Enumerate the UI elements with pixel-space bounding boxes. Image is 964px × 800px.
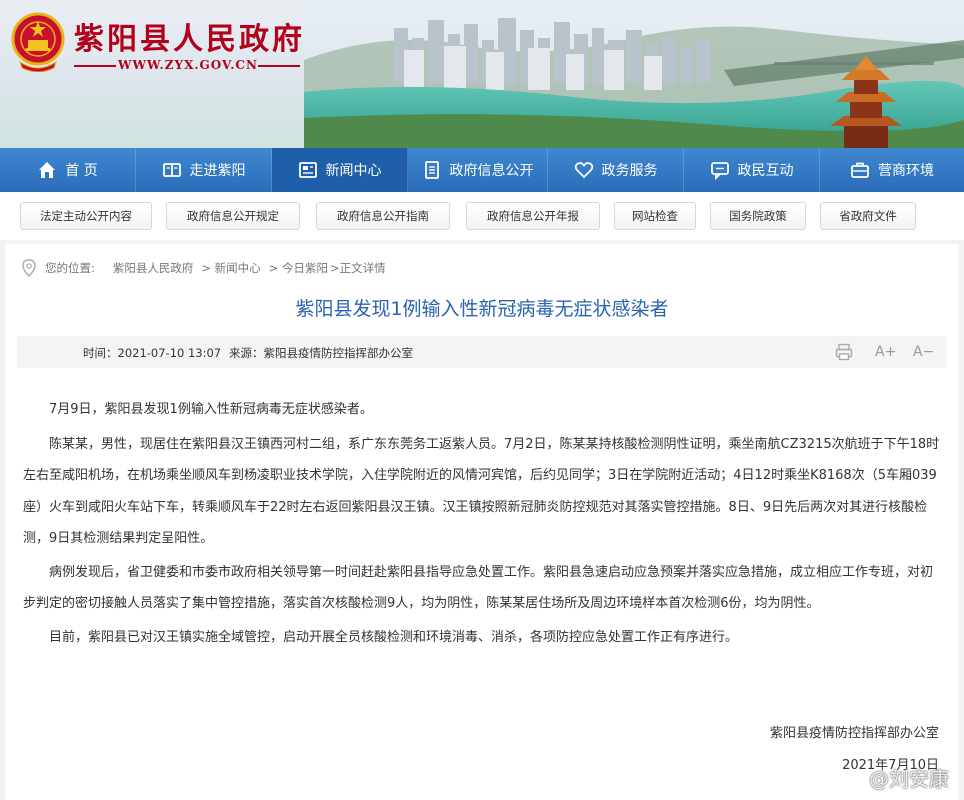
nav-item-label: 首 页: [65, 163, 98, 179]
font-increase-button[interactable]: A+: [875, 342, 896, 362]
breadcrumb: 您的位置: 紫阳县人民政府 > 新闻中心 > 今日紫阳 >正文详情: [21, 258, 390, 278]
breadcrumb-today[interactable]: > 今日紫阳: [269, 260, 328, 276]
font-decrease-button[interactable]: A−: [913, 342, 934, 362]
nav-item-interaction[interactable]: 政民互动: [684, 148, 820, 192]
print-icon: [835, 343, 853, 361]
nav-item-services[interactable]: 政务服务: [548, 148, 684, 192]
nav-item-label: 政务服务: [601, 163, 658, 179]
quick-link-state-council[interactable]: 国务院政策: [710, 202, 806, 230]
quick-link-guide[interactable]: 政府信息公开指南: [316, 202, 450, 230]
article-body: 7月9日，紫阳县发现1例输入性新冠病毒无症状感染者。 陈某某，男性，现居住在紫阳…: [23, 394, 945, 653]
nav-item-about[interactable]: 走进紫阳: [136, 148, 272, 192]
article-paragraph: 目前，紫阳县已对汉王镇实施全域管控，启动开展全员核酸检测和环境消毒、消杀，各项防…: [49, 629, 739, 645]
nav-item-label: 新闻中心: [325, 163, 382, 179]
home-icon: [39, 162, 56, 178]
news-icon: [298, 162, 317, 178]
weibo-watermark: @刘安康: [839, 763, 949, 792]
article-container: 您的位置: 紫阳县人民政府 > 新闻中心 > 今日紫阳 >正文详情 紫阳县发现1…: [5, 244, 959, 800]
nav-item-news[interactable]: 新闻中心: [272, 148, 408, 192]
article-title: 紫阳县发现1例输入性新冠病毒无症状感染者: [295, 298, 669, 320]
article-meta-bar: 时间：2021-07-10 13:07 来源：紫阳县疫情防控指挥部办公室 A+ …: [17, 336, 947, 368]
document-list-icon: [424, 161, 439, 179]
breadcrumb-current: >正文详情: [329, 261, 386, 275]
nav-item-home[interactable]: 首 页: [0, 148, 136, 192]
url-divider-right: [258, 65, 300, 67]
quick-link-site-check[interactable]: 网站检查: [614, 202, 696, 230]
heart-service-icon: [574, 162, 593, 179]
site-url: WWW.ZYX.GOV.CN: [118, 58, 258, 72]
breadcrumb-prefix: 您的位置:: [45, 261, 95, 275]
url-divider-left: [74, 65, 116, 67]
article-paragraph: 病例发现后，省卫健委和市委市政府相关领导第一时间赶赴紫阳县指导应急处置工作。紫阳…: [23, 564, 934, 612]
quick-links-bar: 法定主动公开内容 政府信息公开规定 政府信息公开指南 政府信息公开年报 网站检查…: [0, 192, 964, 240]
article-paragraph: 7月9日，紫阳县发现1例输入性新冠病毒无症状感染者。: [49, 402, 373, 417]
nav-item-label: 政府信息公开: [449, 163, 534, 179]
article-paragraph: 陈某某，男性，现居住在紫阳县汉王镇西河村二组，系广东东莞务工返紫人员。7月2日，…: [23, 436, 940, 547]
nav-item-label: 营商环境: [878, 163, 934, 179]
watermark-text: @刘安康: [869, 767, 949, 791]
weibo-icon: [839, 768, 864, 788]
signature-organization: 紫阳县疫情防控指挥部办公室: [769, 726, 939, 741]
breadcrumb-home[interactable]: 紫阳县人民政府: [113, 260, 194, 276]
nav-item-label: 政民互动: [737, 163, 794, 179]
book-icon: [162, 163, 181, 177]
main-nav: 首 页 走进紫阳 新闻中心 政府信息公开 政务服务 政民互动 营商环境: [0, 148, 964, 192]
city-scenery-image: [304, 0, 964, 148]
article-source: 来源：紫阳县疫情防控指挥部办公室: [229, 346, 413, 360]
site-title[interactable]: 紫阳县人民政府: [74, 14, 305, 58]
nav-item-business[interactable]: 营商环境: [820, 148, 964, 192]
quick-link-rules[interactable]: 政府信息公开规定: [166, 202, 300, 230]
nav-item-gov-info[interactable]: 政府信息公开: [408, 148, 548, 192]
national-emblem-icon: [11, 12, 65, 72]
breadcrumb-news[interactable]: > 新闻中心: [201, 260, 260, 276]
quick-link-statutory[interactable]: 法定主动公开内容: [20, 202, 152, 230]
publish-time: 时间：2021-07-10 13:07: [83, 346, 222, 360]
print-button[interactable]: [835, 342, 853, 362]
quick-link-provincial[interactable]: 省政府文件: [820, 202, 916, 230]
briefcase-icon: [851, 162, 869, 178]
quick-link-annual-report[interactable]: 政府信息公开年报: [466, 202, 600, 230]
location-pin-icon: [22, 259, 36, 277]
site-banner: 紫阳县人民政府 WWW.ZYX.GOV.CN: [0, 0, 964, 148]
chat-icon: [710, 162, 729, 180]
site-url-row: WWW.ZYX.GOV.CN: [74, 58, 300, 74]
nav-item-label: 走进紫阳: [189, 163, 246, 179]
